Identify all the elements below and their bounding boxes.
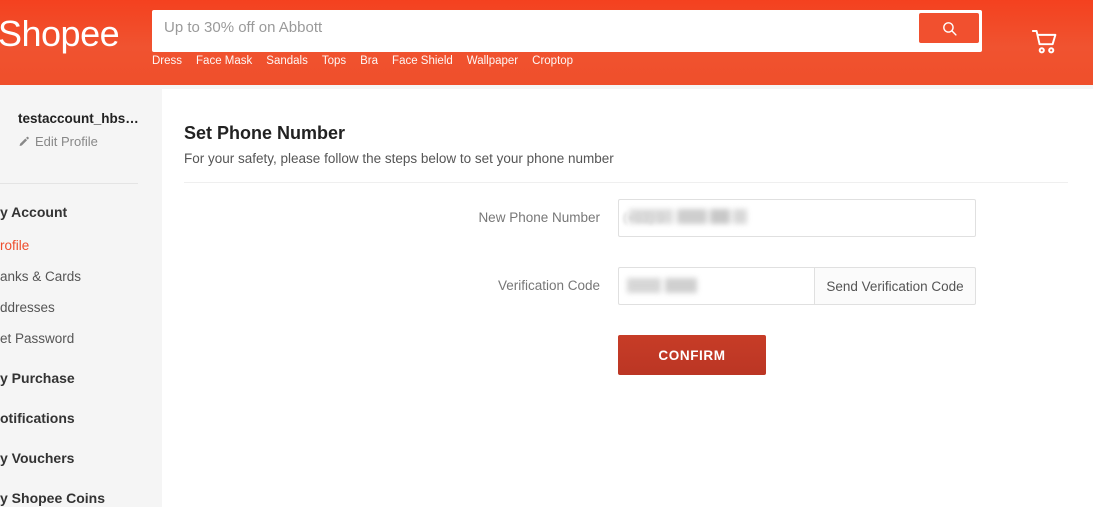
search-input[interactable] bbox=[164, 10, 924, 46]
cart-button[interactable] bbox=[1025, 22, 1065, 62]
search-tag-croptop[interactable]: Croptop bbox=[532, 55, 573, 67]
search-tag-wallpaper[interactable]: Wallpaper bbox=[467, 55, 518, 67]
verification-value-redaction bbox=[627, 278, 697, 293]
confirm-button[interactable]: CONFIRM bbox=[618, 335, 766, 375]
form-row-confirm: CONFIRM bbox=[162, 335, 1093, 375]
sidebar-section-my-account[interactable]: y Account bbox=[0, 203, 160, 221]
edit-profile-label: Edit Profile bbox=[35, 134, 98, 149]
main-content-card: Set Phone Number For your safety, please… bbox=[162, 89, 1093, 507]
confirm-spacer bbox=[162, 335, 618, 375]
sidebar-nav: y Account rofile anks & Cards ddresses e… bbox=[0, 203, 160, 507]
sidebar-section-my-shopee-coins[interactable]: y Shopee Coins bbox=[0, 489, 160, 507]
shopping-cart-icon bbox=[1031, 30, 1057, 54]
page-body: testaccount_hbs… Edit Profile y Account … bbox=[0, 85, 1093, 507]
phone-value-redaction bbox=[625, 209, 747, 224]
logo-text: Shopee bbox=[0, 13, 120, 54]
search-bar bbox=[152, 10, 982, 52]
search-tag-sandals[interactable]: Sandals bbox=[266, 55, 308, 67]
search-icon bbox=[942, 21, 957, 36]
search-tag-tops[interactable]: Tops bbox=[322, 55, 346, 67]
phone-label: New Phone Number bbox=[478, 210, 600, 225]
search-tag-face-shield[interactable]: Face Shield bbox=[392, 55, 453, 67]
search-tag-dress[interactable]: Dress bbox=[152, 55, 182, 67]
header-divider bbox=[184, 182, 1068, 183]
sidebar-section-my-purchase[interactable]: y Purchase bbox=[0, 369, 160, 387]
verification-code-input[interactable] bbox=[618, 267, 814, 305]
card-header: Set Phone Number For your safety, please… bbox=[184, 121, 1044, 169]
site-header: Shopee Dress Face Mask Sandals Tops Bra … bbox=[0, 0, 1093, 85]
page-subtitle: For your safety, please follow the steps… bbox=[184, 151, 614, 166]
form-row-verification: Verification Code Send Verification Code bbox=[162, 267, 1093, 305]
account-sidebar: testaccount_hbs… Edit Profile y Account … bbox=[0, 85, 160, 507]
phone-input[interactable]: (+63) 9 bbox=[618, 199, 976, 237]
search-button[interactable] bbox=[919, 13, 979, 43]
set-phone-form: New Phone Number (+63) 9 Verification Co… bbox=[162, 199, 1093, 375]
search-tag-bra[interactable]: Bra bbox=[360, 55, 378, 67]
edit-profile-link[interactable]: Edit Profile bbox=[18, 134, 160, 149]
sidebar-username: testaccount_hbs… bbox=[18, 111, 139, 126]
sidebar-item-banks-and-cards[interactable]: anks & Cards bbox=[0, 268, 160, 285]
send-verification-code-button[interactable]: Send Verification Code bbox=[814, 267, 976, 305]
verification-label: Verification Code bbox=[497, 278, 600, 293]
page-title: Set Phone Number bbox=[184, 123, 346, 143]
sidebar-item-reset-password[interactable]: et Password bbox=[0, 330, 160, 347]
shopee-logo[interactable]: Shopee bbox=[0, 13, 120, 54]
sidebar-section-my-vouchers[interactable]: y Vouchers bbox=[0, 449, 160, 467]
sidebar-item-profile[interactable]: rofile bbox=[0, 237, 160, 254]
form-row-phone: New Phone Number (+63) 9 bbox=[162, 199, 1093, 237]
sidebar-section-notifications[interactable]: otifications bbox=[0, 409, 160, 427]
sidebar-item-addresses[interactable]: ddresses bbox=[0, 299, 160, 316]
sidebar-divider bbox=[0, 183, 138, 184]
sidebar-profile-block: testaccount_hbs… Edit Profile bbox=[0, 110, 160, 170]
pencil-icon bbox=[19, 136, 29, 146]
search-tag-face-mask[interactable]: Face Mask bbox=[196, 55, 252, 67]
search-suggestion-tags: Dress Face Mask Sandals Tops Bra Face Sh… bbox=[152, 55, 573, 67]
